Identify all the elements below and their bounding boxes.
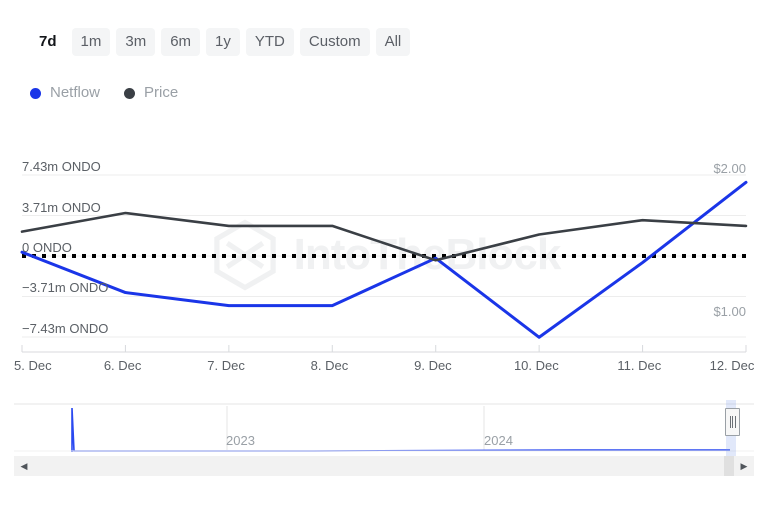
y-axis-tick-label: −7.43m ONDO bbox=[22, 321, 108, 336]
navigator-year-label: 2023 bbox=[226, 433, 255, 448]
chart-plot-area[interactable]: IntoTheBlock 7.43m ONDO3.71m ONDO0 ONDO−… bbox=[0, 140, 768, 380]
range-button-all[interactable]: All bbox=[376, 28, 411, 56]
navigator-series-line bbox=[72, 408, 730, 452]
navigator-right-handle[interactable] bbox=[725, 408, 740, 436]
x-axis-tick-label: 12. Dec bbox=[710, 358, 755, 373]
y2-axis-tick-label: $1.00 bbox=[713, 304, 746, 319]
range-button-1y[interactable]: 1y bbox=[206, 28, 240, 56]
legend-dot-icon bbox=[30, 88, 41, 99]
scroll-left-glyph: ◀ bbox=[21, 462, 28, 471]
range-button-7d[interactable]: 7d bbox=[30, 28, 66, 56]
range-button-ytd[interactable]: YTD bbox=[246, 28, 294, 56]
y-axis-tick-label: −3.71m ONDO bbox=[22, 280, 108, 295]
x-axis-tick-label: 5. Dec bbox=[14, 358, 52, 373]
navigator-svg bbox=[14, 400, 754, 458]
chart-scrollbar[interactable]: ◀ ▶ bbox=[14, 456, 754, 476]
chart-navigator[interactable]: 2023 2024 bbox=[14, 400, 754, 458]
x-axis-tick-label: 10. Dec bbox=[514, 358, 559, 373]
scrollbar-track[interactable] bbox=[34, 456, 734, 476]
navigator-year-label: 2024 bbox=[484, 433, 513, 448]
range-button-1m[interactable]: 1m bbox=[72, 28, 111, 56]
scroll-left-arrow-icon[interactable]: ◀ bbox=[14, 456, 34, 476]
range-button-6m[interactable]: 6m bbox=[161, 28, 200, 56]
x-axis-tick-label: 9. Dec bbox=[414, 358, 452, 373]
range-button-custom[interactable]: Custom bbox=[300, 28, 370, 56]
chart-legend: Netflow Price bbox=[30, 84, 178, 102]
scroll-right-arrow-icon[interactable]: ▶ bbox=[734, 456, 754, 476]
x-axis-tick-label: 11. Dec bbox=[617, 358, 661, 373]
range-selector: 7d1m3m6m1yYTDCustomAll bbox=[30, 28, 410, 56]
series-line-price[interactable] bbox=[22, 213, 746, 260]
range-button-3m[interactable]: 3m bbox=[116, 28, 155, 56]
y-axis-tick-label: 3.71m ONDO bbox=[22, 200, 101, 215]
chart-svg bbox=[0, 140, 768, 380]
y2-axis-tick-label: $2.00 bbox=[713, 161, 746, 176]
y-axis-tick-label: 0 ONDO bbox=[22, 240, 72, 255]
x-axis-tick-label: 7. Dec bbox=[207, 358, 245, 373]
series-line-netflow[interactable] bbox=[22, 182, 746, 337]
scrollbar-thumb[interactable] bbox=[724, 456, 734, 476]
legend-item-price[interactable]: Price bbox=[124, 84, 178, 102]
legend-dot-icon bbox=[124, 88, 135, 99]
legend-label: Netflow bbox=[50, 84, 100, 102]
x-axis-tick-label: 6. Dec bbox=[104, 358, 142, 373]
netflow-price-chart-widget: 7d1m3m6m1yYTDCustomAll NetflowPrice Into… bbox=[0, 0, 768, 512]
legend-label: Price bbox=[144, 84, 178, 102]
legend-item-netflow[interactable]: Netflow bbox=[30, 84, 100, 102]
scroll-right-glyph: ▶ bbox=[741, 462, 748, 471]
x-axis-tick-label: 8. Dec bbox=[311, 358, 349, 373]
y-axis-tick-label: 7.43m ONDO bbox=[22, 159, 101, 174]
